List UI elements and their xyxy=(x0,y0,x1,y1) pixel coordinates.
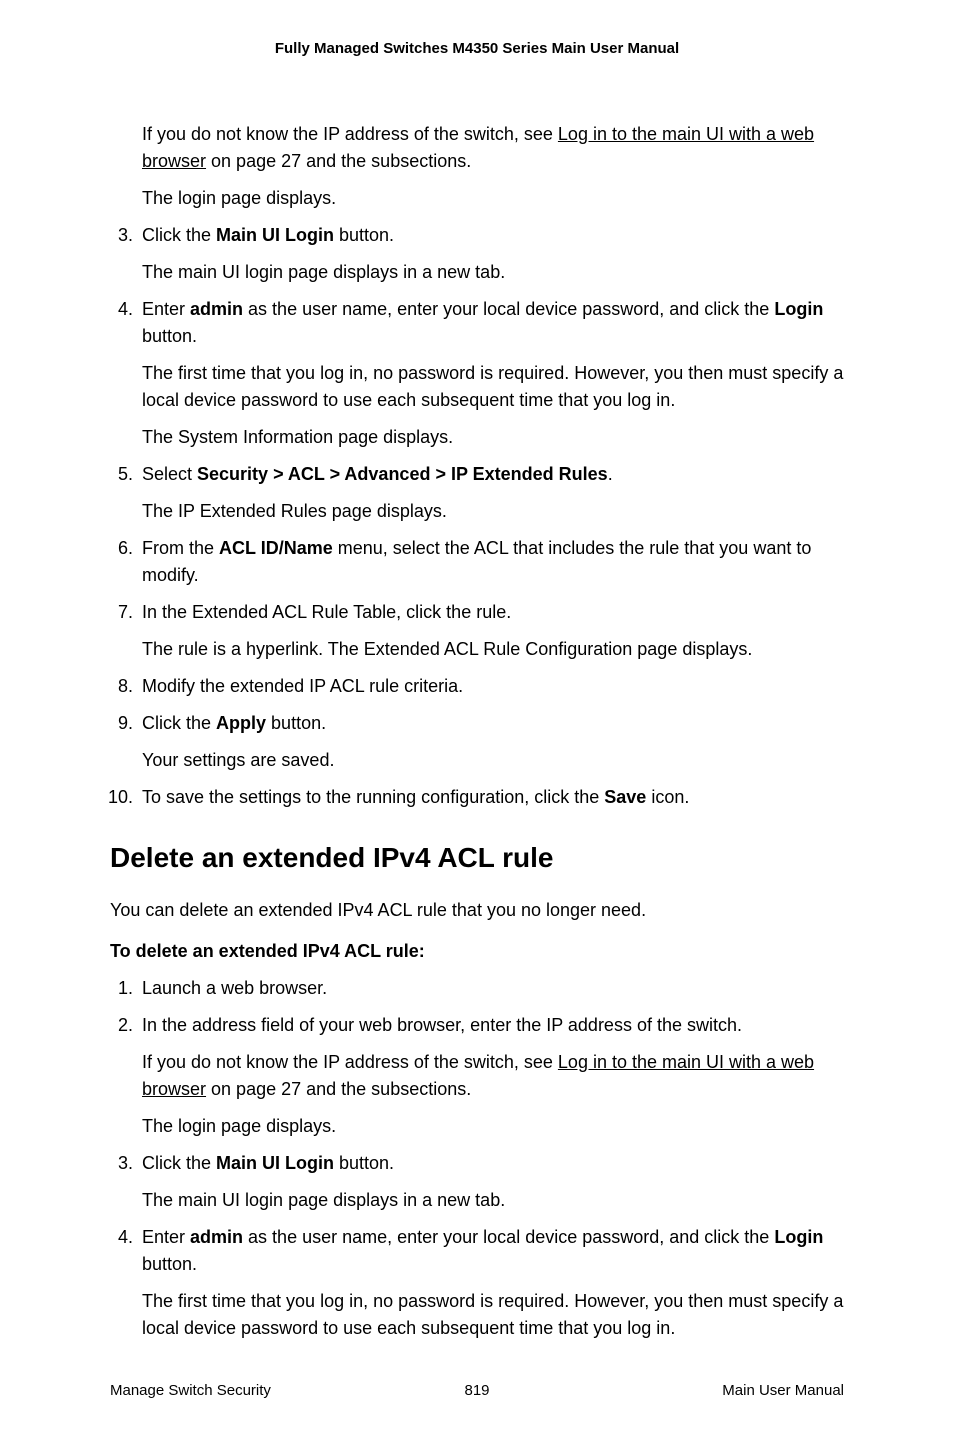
text-fragment: Enter xyxy=(142,299,190,319)
bold-text: admin xyxy=(190,299,243,319)
text-fragment: as the user name, enter your local devic… xyxy=(243,299,774,319)
page-footer: Manage Switch Security 819 Main User Man… xyxy=(110,1382,844,1399)
text-fragment: button. xyxy=(334,1153,394,1173)
s2-step-2: In the address field of your web browser… xyxy=(138,1012,844,1140)
step-6: From the ACL ID/Name menu, select the AC… xyxy=(138,535,844,589)
text-fragment: If you do not know the IP address of the… xyxy=(142,1052,558,1072)
text-fragment: . xyxy=(608,464,613,484)
text-fragment: as the user name, enter your local devic… xyxy=(243,1227,774,1247)
s2-step-4: Enter admin as the user name, enter your… xyxy=(138,1224,844,1342)
text-fragment: To save the settings to the running conf… xyxy=(142,787,604,807)
bold-text: Apply xyxy=(216,713,266,733)
content-body: If you do not know the IP address of the… xyxy=(110,121,844,1342)
text-fragment: Select xyxy=(142,464,197,484)
s2-step-2-p2: The login page displays. xyxy=(142,1113,844,1140)
text-fragment: button. xyxy=(334,225,394,245)
step-8: Modify the extended IP ACL rule criteria… xyxy=(138,673,844,700)
text-fragment: From the xyxy=(142,538,219,558)
text-fragment: on page 27 and the subsections. xyxy=(206,1079,471,1099)
step-10-line: To save the settings to the running conf… xyxy=(142,784,844,811)
bold-text: admin xyxy=(190,1227,243,1247)
steps-list-2: Launch a web browser. In the address fie… xyxy=(110,975,844,1342)
steps-list-1: If you do not know the IP address of the… xyxy=(110,121,844,811)
section-heading-delete-acl: Delete an extended IPv4 ACL rule xyxy=(110,837,844,879)
text-fragment: Click the xyxy=(142,1153,216,1173)
text-fragment: button. xyxy=(142,326,197,346)
text-fragment: button. xyxy=(266,713,326,733)
step-4-p2: The System Information page displays. xyxy=(142,424,844,451)
bold-text: Login xyxy=(774,299,823,319)
footer-page-number: 819 xyxy=(464,1382,489,1399)
preamble-p2: The login page displays. xyxy=(142,185,844,212)
preamble-p1: If you do not know the IP address of the… xyxy=(142,121,844,175)
text-fragment: on page 27 and the subsections. xyxy=(206,151,471,171)
bold-text: Save xyxy=(604,787,646,807)
bold-text: Main UI Login xyxy=(216,225,334,245)
s2-step-1: Launch a web browser. xyxy=(138,975,844,1002)
s2-step-1-line: Launch a web browser. xyxy=(142,975,844,1002)
footer-right: Main User Manual xyxy=(490,1382,844,1399)
s2-step-3-line: Click the Main UI Login button. xyxy=(142,1150,844,1177)
bold-text: Main UI Login xyxy=(216,1153,334,1173)
s2-step-3-p1: The main UI login page displays in a new… xyxy=(142,1187,844,1214)
header-title: Fully Managed Switches M4350 Series Main… xyxy=(275,40,679,57)
text-fragment: Enter xyxy=(142,1227,190,1247)
bold-text: ACL ID/Name xyxy=(219,538,333,558)
step-9: Click the Apply button. Your settings ar… xyxy=(138,710,844,774)
text-fragment: button. xyxy=(142,1254,197,1274)
step-5-line: Select Security > ACL > Advanced > IP Ex… xyxy=(142,461,844,488)
step-5: Select Security > ACL > Advanced > IP Ex… xyxy=(138,461,844,525)
text-fragment: icon. xyxy=(646,787,689,807)
step-4-line: Enter admin as the user name, enter your… xyxy=(142,296,844,350)
step-6-line: From the ACL ID/Name menu, select the AC… xyxy=(142,535,844,589)
s2-step-2-p1: If you do not know the IP address of the… xyxy=(142,1049,844,1103)
section2-subheading: To delete an extended IPv4 ACL rule: xyxy=(110,938,844,965)
step-7: In the Extended ACL Rule Table, click th… xyxy=(138,599,844,663)
s2-step-4-line: Enter admin as the user name, enter your… xyxy=(142,1224,844,1278)
step-4-p1: The first time that you log in, no passw… xyxy=(142,360,844,414)
step-9-line: Click the Apply button. xyxy=(142,710,844,737)
s2-step-4-p1: The first time that you log in, no passw… xyxy=(142,1288,844,1342)
s2-step-2-line: In the address field of your web browser… xyxy=(142,1012,844,1039)
text-fragment: Click the xyxy=(142,713,216,733)
step-8-line: Modify the extended IP ACL rule criteria… xyxy=(142,673,844,700)
bold-text: Login xyxy=(774,1227,823,1247)
text-fragment: Click the xyxy=(142,225,216,245)
step-3-line: Click the Main UI Login button. xyxy=(142,222,844,249)
step-10: To save the settings to the running conf… xyxy=(138,784,844,811)
page-container: Fully Managed Switches M4350 Series Main… xyxy=(0,0,954,1439)
preamble-block: If you do not know the IP address of the… xyxy=(142,121,844,212)
step-7-p1: The rule is a hyperlink. The Extended AC… xyxy=(142,636,844,663)
step-3-p1: The main UI login page displays in a new… xyxy=(142,259,844,286)
page-header: Fully Managed Switches M4350 Series Main… xyxy=(110,40,844,57)
s2-step-3: Click the Main UI Login button. The main… xyxy=(138,1150,844,1214)
text-fragment: If you do not know the IP address of the… xyxy=(142,124,558,144)
bold-text: Security > ACL > Advanced > IP Extended … xyxy=(197,464,608,484)
footer-left: Manage Switch Security xyxy=(110,1382,464,1399)
step-4: Enter admin as the user name, enter your… xyxy=(138,296,844,451)
step-3: Click the Main UI Login button. The main… xyxy=(138,222,844,286)
step-7-line: In the Extended ACL Rule Table, click th… xyxy=(142,599,844,626)
step-9-p1: Your settings are saved. xyxy=(142,747,844,774)
step-5-p1: The IP Extended Rules page displays. xyxy=(142,498,844,525)
section2-intro: You can delete an extended IPv4 ACL rule… xyxy=(110,897,844,924)
